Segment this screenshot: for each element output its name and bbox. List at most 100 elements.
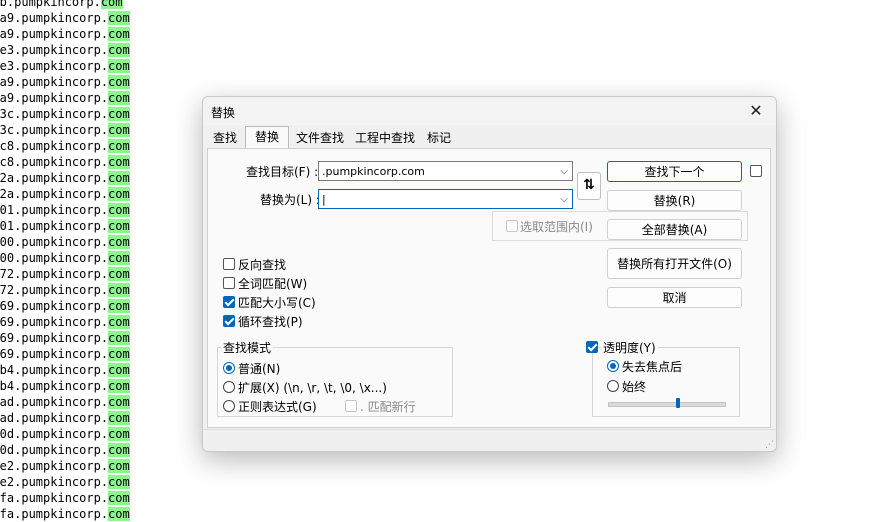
editor-line: a03e3.pumpkincorp.com — [0, 58, 130, 74]
search-match-highlight: com — [108, 107, 130, 121]
search-match-highlight: com — [108, 11, 130, 25]
search-match-highlight: com — [108, 91, 130, 105]
chevron-down-icon[interactable]: ⌵ — [560, 162, 568, 182]
editor-line-text: 30501.pumpkincorp. — [0, 203, 109, 217]
search-match-highlight: com — [108, 123, 130, 137]
editor-line: 23aa9.pumpkincorp.com — [0, 10, 130, 26]
tab-replace[interactable]: 替换 — [245, 126, 289, 150]
regex-mode-label: 正则表达式(G) — [238, 400, 317, 414]
search-match-highlight: com — [108, 459, 130, 473]
editor-line-text: f26e2.pumpkincorp. — [0, 475, 109, 489]
editor-line: 30501.pumpkincorp.com — [0, 218, 130, 234]
editor-line: 562fa.pumpkincorp.com — [0, 506, 130, 522]
dialog-titlebar[interactable]: 替换 ✕ — [203, 97, 776, 125]
editor-line-text: 6de69.pumpkincorp. — [0, 299, 109, 313]
match-whole-word-label: 全词匹配(W) — [238, 277, 308, 291]
search-match-highlight: com — [108, 59, 130, 73]
search-match-highlight: com — [108, 315, 130, 329]
normal-mode-label: 普通(N) — [238, 362, 281, 376]
tab-find-in-files[interactable]: 文件查找 — [291, 127, 349, 150]
match-case-label: 匹配大小写(C) — [238, 296, 316, 310]
search-match-highlight: com — [108, 331, 130, 345]
find-what-combo[interactable]: .pumpkincorp.com ⌵ — [318, 161, 573, 181]
chevron-down-icon[interactable]: ⌵ — [560, 190, 568, 210]
replace-all-open-docs-button[interactable]: 替换所有打开文件(O) — [607, 248, 742, 279]
editor-line: 935ad.pumpkincorp.com — [0, 410, 130, 426]
editor-line: 6de69.pumpkincorp.com — [0, 298, 130, 314]
match-case-checkbox[interactable] — [223, 296, 235, 308]
editor-line-text: 00000.pumpkincorp. — [0, 251, 109, 265]
replace-with-label: 替换为(L) : — [260, 193, 320, 207]
tab-mark[interactable]: 标记 — [421, 127, 457, 150]
editor-line-text: a3669.pumpkincorp. — [0, 347, 109, 361]
in-selection-label: 选取范围内(I) — [520, 220, 593, 234]
search-match-highlight: com — [108, 155, 130, 169]
editor-line: f26e2.pumpkincorp.com — [0, 474, 130, 490]
editor-line-text: 562fa.pumpkincorp. — [0, 491, 109, 505]
extended-mode-radio[interactable] — [223, 381, 235, 393]
swap-arrows-icon[interactable]: ⇅ — [577, 172, 601, 200]
editor-line-text: 9b40d.pumpkincorp. — [0, 443, 109, 457]
transparency-slider[interactable] — [608, 402, 726, 407]
search-match-highlight: com — [108, 379, 130, 393]
editor-line-text: a03e3.pumpkincorp. — [0, 43, 109, 57]
replace-dialog: 替换 ✕ 查找 替换 文件查找 工程中查找 标记 查找目标(F) : .pump… — [202, 96, 777, 452]
transparency-label: 透明度(Y) — [601, 339, 658, 356]
editor-line-text: 23aa9.pumpkincorp. — [0, 11, 109, 25]
find-what-label: 查找目标(F) : — [246, 165, 319, 179]
editor-line: 6de69.pumpkincorp.com — [0, 314, 130, 330]
dialog-status-bar: ⋰ — [203, 429, 776, 451]
search-match-highlight: com — [108, 475, 130, 489]
editor-line: 0aca9.pumpkincorp.com — [0, 90, 130, 106]
search-match-highlight: com — [108, 283, 130, 297]
search-match-highlight: com — [108, 251, 130, 265]
editor-line: 87ac8.pumpkincorp.com — [0, 138, 130, 154]
on-lose-focus-radio[interactable] — [607, 360, 619, 372]
dot-matches-newline-checkbox[interactable] — [345, 400, 357, 412]
find-next-button[interactable]: 查找下一个 — [607, 161, 742, 182]
editor-line-text: a3669.pumpkincorp. — [0, 331, 109, 345]
editor-line-text: 87ac8.pumpkincorp. — [0, 155, 109, 169]
editor-line-text: f6472.pumpkincorp. — [0, 283, 109, 297]
editor-line-text: a15b4.pumpkincorp. — [0, 379, 109, 393]
replace-all-button[interactable]: 全部替换(A) — [607, 219, 742, 240]
search-match-highlight: com — [108, 411, 130, 425]
search-match-highlight: com — [108, 203, 130, 217]
editor-line-text: 935ad.pumpkincorp. — [0, 411, 109, 425]
search-match-highlight: com — [108, 219, 130, 233]
search-match-highlight: com — [108, 363, 130, 377]
search-match-highlight: com — [108, 75, 130, 89]
find-next-option-checkbox[interactable] — [750, 165, 762, 177]
editor-text-area[interactable]: cd7b.pumpkincorp.com23aa9.pumpkincorp.co… — [0, 0, 200, 522]
editor-line: 00000.pumpkincorp.com — [0, 250, 130, 266]
tab-find-in-project[interactable]: 工程中查找 — [351, 127, 419, 150]
replace-panel: 查找目标(F) : .pumpkincorp.com ⌵ 替换为(L) : | … — [207, 148, 771, 428]
backward-direction-checkbox[interactable] — [223, 258, 235, 270]
in-selection-checkbox[interactable] — [506, 220, 518, 232]
dialog-title: 替换 — [211, 106, 236, 120]
transparency-checkbox[interactable] — [586, 341, 598, 353]
cancel-button[interactable]: 取消 — [607, 287, 742, 308]
editor-line: 9b40d.pumpkincorp.com — [0, 426, 130, 442]
replace-button[interactable]: 替换(R) — [607, 190, 742, 211]
editor-line: f6472.pumpkincorp.com — [0, 266, 130, 282]
match-whole-word-checkbox[interactable] — [223, 277, 235, 289]
editor-line: db12a.pumpkincorp.com — [0, 170, 130, 186]
editor-line-text: f6472.pumpkincorp. — [0, 267, 109, 281]
search-match-highlight: com — [108, 187, 130, 201]
regex-mode-radio[interactable] — [223, 400, 235, 412]
editor-line-text: 2fd3c.pumpkincorp. — [0, 123, 109, 137]
transparency-slider-thumb[interactable] — [676, 398, 681, 408]
normal-mode-radio[interactable] — [223, 362, 235, 374]
resize-grip-icon[interactable]: ⋰ — [765, 440, 774, 450]
editor-line-text: a03e3.pumpkincorp. — [0, 59, 109, 73]
editor-line: 87ac8.pumpkincorp.com — [0, 154, 130, 170]
replace-with-combo[interactable]: | ⌵ — [318, 189, 573, 209]
search-match-highlight: com — [108, 139, 130, 153]
tab-find[interactable]: 查找 — [207, 127, 243, 150]
search-match-highlight: com — [108, 27, 130, 41]
always-radio[interactable] — [607, 380, 619, 392]
wrap-around-checkbox[interactable] — [223, 315, 235, 327]
close-icon[interactable]: ✕ — [744, 99, 768, 123]
editor-line-text: 562fa.pumpkincorp. — [0, 507, 109, 521]
